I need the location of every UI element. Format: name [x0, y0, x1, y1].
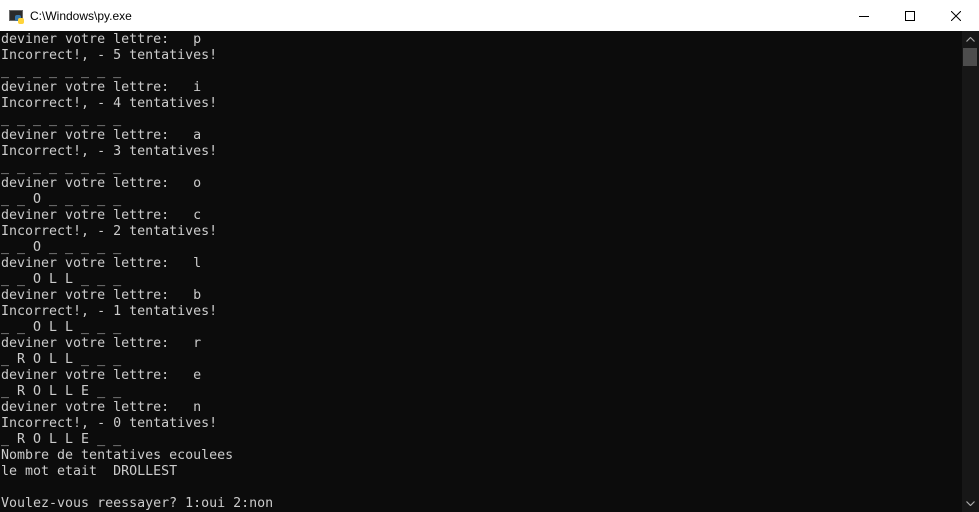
- console-prompt-line[interactable]: Voulez-vous reessayer? 1:oui 2:non: [1, 496, 273, 512]
- console-line: _ _ _ _ _ _ _ _: [1, 112, 122, 127]
- console-line: deviner votre lettre: r: [1, 336, 202, 351]
- console-line: _ R O L L _ _ _: [1, 352, 122, 367]
- console-window: C:\Windows\py.exe deviner votre lettre:: [0, 0, 979, 512]
- scroll-up-arrow-icon: [966, 37, 975, 42]
- console-line: _ R O L L E _ _: [1, 384, 122, 399]
- console-line: le mot etait DROLLEST: [1, 464, 178, 479]
- close-icon: [951, 10, 961, 21]
- maximize-button[interactable]: [887, 0, 933, 31]
- scroll-down-arrow-icon: [966, 501, 975, 506]
- console-line: _ _ _ _ _ _ _ _: [1, 160, 122, 175]
- console-line: deviner votre lettre: l: [1, 256, 202, 271]
- console-line: _ _ O L L _ _ _: [1, 272, 122, 287]
- scroll-down-button[interactable]: [962, 495, 979, 512]
- console-line: Incorrect!, - 1 tentatives!: [1, 304, 218, 319]
- console-line: deviner votre lettre: i: [1, 80, 202, 95]
- console-output[interactable]: deviner votre lettre: p Incorrect!, - 5 …: [0, 31, 962, 512]
- console-line: _ _ O _ _ _ _ _: [1, 192, 122, 207]
- console-line: Nombre de tentatives ecoulees: [1, 448, 234, 463]
- console-line: deviner votre lettre: o: [1, 176, 202, 191]
- console-line: deviner votre lettre: b: [1, 288, 202, 303]
- title-bar[interactable]: C:\Windows\py.exe: [0, 0, 979, 31]
- scroll-up-button[interactable]: [962, 31, 979, 48]
- minimize-icon: [859, 15, 869, 17]
- console-line: Incorrect!, - 2 tentatives!: [1, 224, 218, 239]
- close-button[interactable]: [933, 0, 979, 31]
- minimize-button[interactable]: [841, 0, 887, 31]
- console-line: _ _ O _ _ _ _ _: [1, 240, 122, 255]
- console-line: deviner votre lettre: c: [1, 208, 202, 223]
- python-console-icon[interactable]: [8, 8, 24, 24]
- console-line: _ R O L L E _ _: [1, 432, 122, 447]
- console-line: deviner votre lettre: e: [1, 368, 202, 383]
- console-line: Incorrect!, - 0 tentatives!: [1, 416, 218, 431]
- console-line: _ _ _ _ _ _ _ _: [1, 64, 122, 79]
- scrollbar-thumb[interactable]: [963, 48, 977, 66]
- console-line: Incorrect!, - 3 tentatives!: [1, 144, 218, 159]
- console-line: deviner votre lettre: a: [1, 128, 202, 143]
- console-line: deviner votre lettre: n: [1, 400, 202, 415]
- window-controls: [841, 0, 979, 31]
- console-line: _ _ O L L _ _ _: [1, 320, 122, 335]
- window-title: C:\Windows\py.exe: [30, 8, 132, 23]
- console-line: Incorrect!, - 5 tentatives!: [1, 48, 218, 63]
- maximize-icon: [905, 10, 915, 21]
- console-line: Incorrect!, - 4 tentatives!: [1, 96, 218, 111]
- vertical-scrollbar[interactable]: [962, 31, 979, 512]
- console-line: deviner votre lettre: p: [1, 32, 202, 47]
